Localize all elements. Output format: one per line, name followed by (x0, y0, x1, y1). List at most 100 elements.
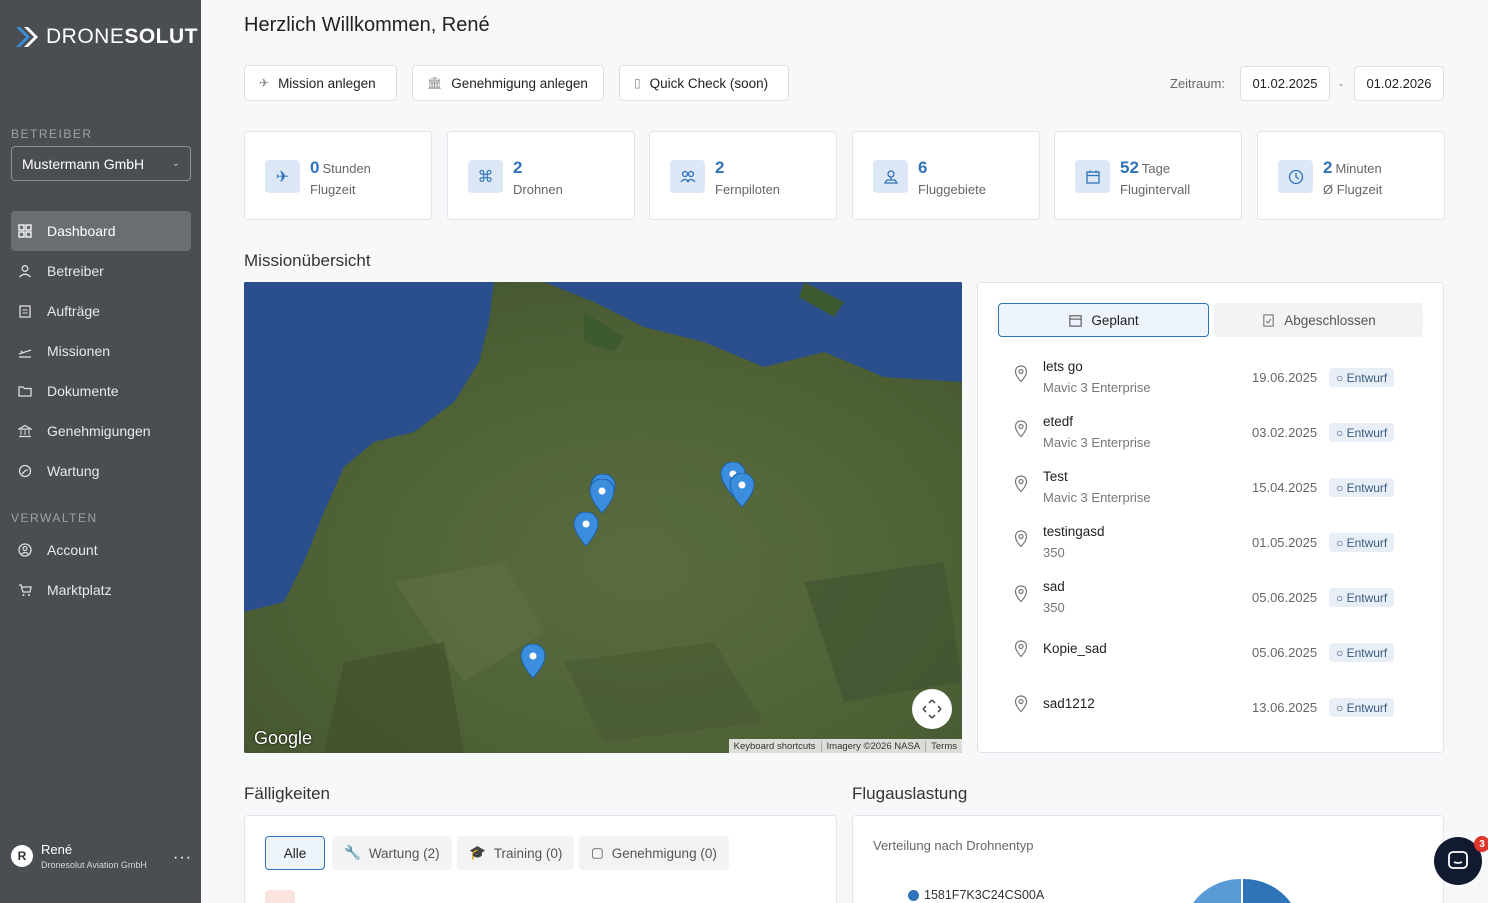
tab-label: Abgeschlossen (1284, 312, 1376, 328)
utilization-card: Verteilung nach Drohnentyp 1581F7K3C24CS… (852, 815, 1444, 903)
status-badge: ○ Entwurf (1329, 588, 1395, 607)
avatar: R (11, 845, 33, 867)
location-pin-icon (1014, 695, 1028, 713)
mission-row[interactable]: lets go Mavic 3 Enterprise 19.06.2025 ○ … (998, 347, 1428, 402)
tab-label: Geplant (1091, 312, 1139, 328)
mission-drone: Mavic 3 Enterprise (1043, 380, 1151, 395)
date-from-input[interactable]: 01.02.2025 (1240, 66, 1330, 101)
sidebar-item-label: Wartung (47, 463, 100, 479)
map-marker[interactable] (589, 479, 615, 515)
pie-slice (1193, 878, 1241, 903)
filter-wartung[interactable]: 🔧 Wartung (2) (332, 836, 452, 870)
calendar-icon (1075, 160, 1110, 193)
mission-anlegen-button[interactable]: ✈ Mission anlegen (244, 65, 397, 101)
wrench-icon (17, 463, 33, 479)
filter-genehmigung[interactable]: ▢ Genehmigung (0) (579, 836, 729, 870)
status-badge: ○ Entwurf (1329, 368, 1395, 387)
map-marker[interactable] (520, 644, 546, 680)
calendar-icon (1069, 314, 1083, 327)
sidebar-item-label: Account (47, 542, 98, 558)
logo-text: DRONESOLUT (46, 25, 199, 48)
user-profile[interactable]: R René Dronesolut Aviation GmbH (11, 842, 147, 870)
mission-date: 03.02.2025 (1252, 425, 1318, 440)
legend-label: 1581F7K3C24CS00A (924, 888, 1045, 902)
sidebar-item-dokumente[interactable]: Dokumente (11, 371, 191, 411)
filter-alle[interactable]: Alle (265, 836, 325, 870)
plane-icon (17, 343, 33, 359)
sidebar-item-label: Aufträge (47, 303, 100, 319)
section-title-utilization: Flugauslastung (852, 784, 968, 803)
sidebar-item-marktplatz[interactable]: Marktplatz (11, 570, 191, 610)
mission-name: Test (1043, 469, 1068, 484)
bank-icon (17, 423, 33, 439)
map-marker[interactable] (729, 473, 755, 509)
mission-drone: Mavic 3 Enterprise (1043, 490, 1151, 505)
pilots-icon (670, 160, 705, 193)
sidebar-item-wartung[interactable]: Wartung (11, 451, 191, 491)
date-to-input[interactable]: 01.02.2026 (1354, 66, 1444, 101)
location-pin-icon (1014, 530, 1028, 548)
mission-row[interactable]: Test Mavic 3 Enterprise 15.04.2025 ○ Ent… (998, 457, 1428, 512)
quick-check-button[interactable]: ▯ Quick Check (soon) (619, 65, 789, 101)
cart-icon (17, 582, 33, 598)
terms-link[interactable]: Terms (926, 741, 962, 752)
more-icon[interactable]: ··· (173, 849, 192, 867)
sidebar-item-label: Missionen (47, 343, 111, 359)
stat-label: Flugzeit (310, 182, 356, 197)
google-logo: Google (254, 728, 313, 748)
mission-map[interactable]: Google Keyboard shortcuts Imagery ©2026 … (244, 282, 962, 753)
user-org: Dronesolut Aviation GmbH (41, 860, 147, 870)
drone-icon: ⌘ (468, 160, 503, 193)
sidebar-item-genehmigungen[interactable]: Genehmigungen (11, 411, 191, 451)
sidebar-item-label: Genehmigungen (47, 423, 151, 439)
genehmigung-anlegen-button[interactable]: 🏛 Genehmigung anlegen (412, 65, 604, 101)
stat-value: 6 (918, 158, 928, 177)
legend-swatch (908, 889, 919, 901)
stat-card-fluggebiete: 6 Fluggebiete (852, 131, 1040, 220)
mission-name: sad (1043, 579, 1065, 594)
pie-chart (1193, 878, 1291, 903)
mission-drone: 350 (1043, 600, 1065, 615)
sidebar-item-missionen[interactable]: Missionen (11, 331, 191, 371)
stat-label: Flugintervall (1120, 182, 1191, 197)
sidebar-item-auftraege[interactable]: Aufträge (11, 291, 191, 331)
keyboard-shortcuts-link[interactable]: Keyboard shortcuts (729, 740, 822, 752)
section-title-missions: Missionübersicht (244, 251, 371, 270)
stat-label: Fernpiloten (715, 182, 781, 197)
filter-label: Alle (283, 845, 307, 861)
imagery-credit: Imagery ©2026 NASA (822, 740, 927, 752)
clock-icon (1278, 160, 1313, 193)
section-label-manage: VERWALTEN (11, 511, 98, 525)
tab-geplant[interactable]: Geplant (998, 303, 1209, 337)
location-icon (873, 160, 908, 193)
mission-date: 19.06.2025 (1252, 370, 1318, 385)
stat-value: 2 (715, 158, 725, 177)
mission-row[interactable]: Kopie_sad 05.06.2025 ○ Entwurf (998, 622, 1428, 677)
sidebar-item-dashboard[interactable]: Dashboard (11, 211, 191, 251)
filter-label: Genehmigung (0) (611, 845, 717, 861)
operator-select[interactable]: Mustermann GmbH ⌄ (11, 146, 191, 181)
sidebar-item-label: Dokumente (47, 383, 119, 399)
location-pin-icon (1014, 585, 1028, 603)
app-logo[interactable]: DRONESOLUT (14, 24, 198, 50)
mission-date: 13.06.2025 (1252, 700, 1318, 715)
mission-row[interactable]: etedf Mavic 3 Enterprise 03.02.2025 ○ En… (998, 402, 1428, 457)
mission-row[interactable]: sad1212 13.06.2025 ○ Entwurf (998, 677, 1428, 732)
mission-drone: 350 (1043, 545, 1065, 560)
mission-row[interactable]: sad 350 05.06.2025 ○ Entwurf (998, 567, 1428, 622)
location-pin-icon (1014, 420, 1028, 438)
folder-icon (17, 383, 33, 399)
mission-drone: Mavic 3 Enterprise (1043, 435, 1151, 450)
sidebar-item-betreiber[interactable]: Betreiber (11, 251, 191, 291)
graduation-cap-icon: 🎓 (469, 845, 486, 860)
due-item-icon (265, 890, 295, 903)
tab-abgeschlossen[interactable]: Abgeschlossen (1214, 303, 1423, 337)
map-pan-control[interactable] (912, 689, 952, 729)
user-name: René (41, 842, 73, 857)
mission-row[interactable]: testingasd 350 01.05.2025 ○ Entwurf (998, 512, 1428, 567)
filter-training[interactable]: 🎓 Training (0) (457, 836, 575, 870)
mission-date: 15.04.2025 (1252, 480, 1318, 495)
mission-name: lets go (1043, 359, 1083, 374)
map-marker[interactable] (573, 512, 599, 548)
sidebar-item-account[interactable]: Account (11, 530, 191, 570)
